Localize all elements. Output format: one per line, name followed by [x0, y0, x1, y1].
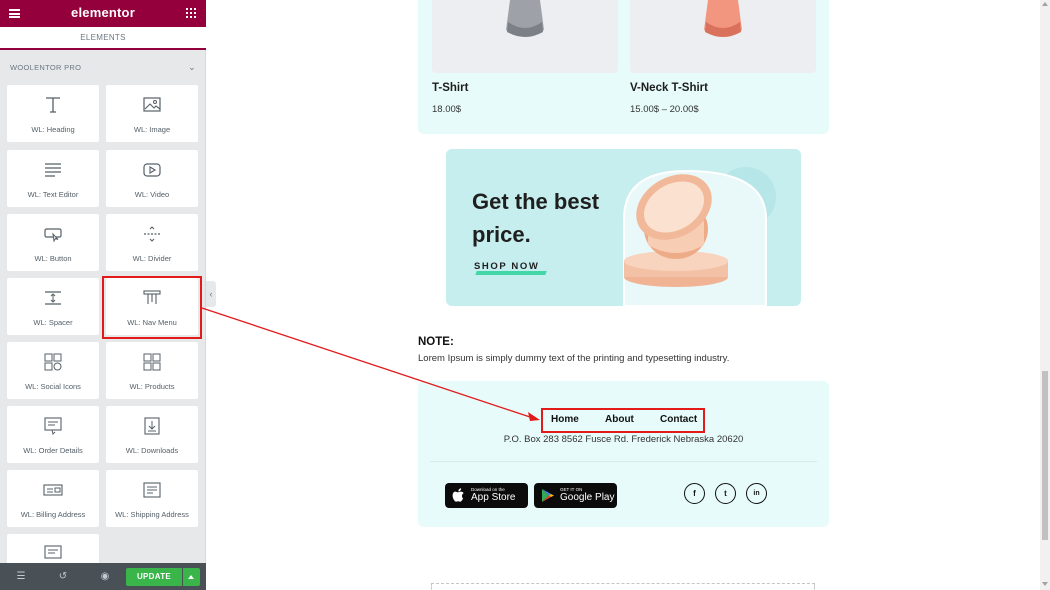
shipping-address-icon: [142, 480, 162, 500]
note-text: Lorem Ipsum is simply dummy text of the …: [418, 353, 730, 364]
widget-label: WL: Button: [34, 254, 72, 263]
highlight-nav-menu-output: [541, 408, 705, 433]
highlight-nav-menu-widget: [102, 276, 202, 339]
text-editor-icon: [43, 160, 63, 180]
linkedin-icon[interactable]: in: [746, 483, 767, 504]
promo-banner: Get the best price. SHOP NOW: [446, 149, 801, 306]
widget-label: WL: Heading: [31, 125, 75, 134]
billing-address-icon: [43, 480, 63, 500]
update-options-icon[interactable]: [183, 568, 200, 586]
widget-label: WL: Divider: [132, 254, 172, 263]
products-icon: [142, 352, 162, 372]
product-image[interactable]: [432, 0, 618, 73]
scroll-down-icon[interactable]: [1042, 582, 1048, 586]
social-icons-icon: [43, 352, 63, 372]
collapse-panel-icon[interactable]: ‹: [206, 281, 216, 307]
product-price: 18.00$: [432, 104, 462, 115]
empty-section-placeholder[interactable]: [431, 583, 815, 590]
app-store-label: App Store: [471, 492, 516, 503]
apple-icon: [452, 488, 464, 502]
widget-label: WL: Shipping Address: [115, 510, 189, 519]
widget-label: WL: Downloads: [125, 446, 179, 455]
widget-wl-downloads[interactable]: WL: Downloads: [106, 406, 198, 463]
history-icon[interactable]: ↺: [57, 571, 69, 583]
widget-label: WL: Products: [129, 382, 175, 391]
products-section: T-Shirt 18.00$ V-Neck T-Shirt 15.00$ – 2…: [418, 0, 829, 134]
image-icon: [142, 95, 162, 115]
update-button[interactable]: UPDATE: [126, 568, 182, 586]
button-icon: [43, 224, 63, 244]
product-price: 15.00$ – 20.00$: [630, 104, 699, 115]
downloads-icon: [142, 416, 162, 436]
widget-wl-billing-address[interactable]: WL: Billing Address: [7, 470, 99, 527]
page-scrollbar[interactable]: [1040, 0, 1050, 590]
product-title[interactable]: T-Shirt: [432, 82, 468, 94]
navigator-layers-icon[interactable]: ☰: [15, 571, 27, 583]
widget-wl-image[interactable]: WL: Image: [106, 85, 198, 142]
widget-label: WL: Image: [133, 125, 171, 134]
tab-elements[interactable]: ELEMENTS: [0, 27, 206, 50]
widget-wl-products[interactable]: WL: Products: [106, 342, 198, 399]
widget-wl-spacer[interactable]: WL: Spacer: [7, 278, 99, 335]
divider-icon: [142, 224, 162, 244]
footer-address: P.O. Box 283 8562 Fusce Rd. Frederick Ne…: [503, 434, 744, 445]
shop-now-link[interactable]: SHOP NOW: [474, 261, 539, 272]
product-title[interactable]: V-Neck T-Shirt: [630, 82, 708, 94]
widget-wl-button[interactable]: WL: Button: [7, 214, 99, 271]
preview-eye-icon[interactable]: ◉: [99, 571, 111, 583]
widget-label: WL: Video: [134, 190, 170, 199]
widget-wl-text-editor[interactable]: WL: Text Editor: [7, 150, 99, 207]
tshirt-icon: [506, 0, 544, 37]
widget-wl-social-icons[interactable]: WL: Social Icons: [7, 342, 99, 399]
editor-header: elementor: [0, 0, 206, 27]
widget-wl-heading[interactable]: WL: Heading: [7, 85, 99, 142]
scrollbar-thumb[interactable]: [1042, 371, 1048, 540]
widget-label: WL: Billing Address: [20, 510, 86, 519]
widgets-grid-icon[interactable]: [186, 8, 196, 18]
heading-icon: [43, 95, 63, 115]
banner-title: Get the best price.: [472, 189, 600, 247]
category-title: WOOLENTOR PRO: [10, 63, 82, 72]
product-jar-illustration: [623, 167, 776, 306]
elementor-logo: elementor: [71, 5, 135, 20]
note-title: NOTE:: [418, 336, 454, 348]
widget-wl-divider[interactable]: WL: Divider: [106, 214, 198, 271]
widget-label: WL: Text Editor: [27, 190, 79, 199]
widget-label: WL: Social Icons: [25, 382, 81, 391]
spacer-icon: [43, 288, 63, 308]
vneck-tshirt-icon: [704, 0, 742, 37]
widget-label: WL: Order Details: [23, 446, 83, 455]
google-play-icon: [542, 489, 554, 502]
app-store-button[interactable]: Download on the App Store: [445, 483, 528, 508]
chevron-down-icon[interactable]: ⌄: [188, 62, 196, 73]
widget-wl-video[interactable]: WL: Video: [106, 150, 198, 207]
footer-divider: [430, 461, 817, 462]
scroll-up-icon[interactable]: [1042, 2, 1048, 6]
widget-wl-order-details[interactable]: WL: Order Details: [7, 406, 99, 463]
product-image[interactable]: [630, 0, 816, 73]
twitter-icon[interactable]: t: [715, 483, 736, 504]
google-play-button[interactable]: GET IT ON Google Play: [534, 483, 617, 508]
order-details-icon: [43, 544, 63, 564]
facebook-icon[interactable]: f: [684, 483, 705, 504]
woolentor-pro-category[interactable]: WOOLENTOR PRO ⌄: [10, 62, 196, 75]
google-play-label: Google Play: [560, 492, 615, 503]
video-icon: [142, 160, 162, 180]
order-details-icon: [43, 416, 63, 436]
widget-label: WL: Spacer: [33, 318, 73, 327]
widget-wl-shipping-address[interactable]: WL: Shipping Address: [106, 470, 198, 527]
